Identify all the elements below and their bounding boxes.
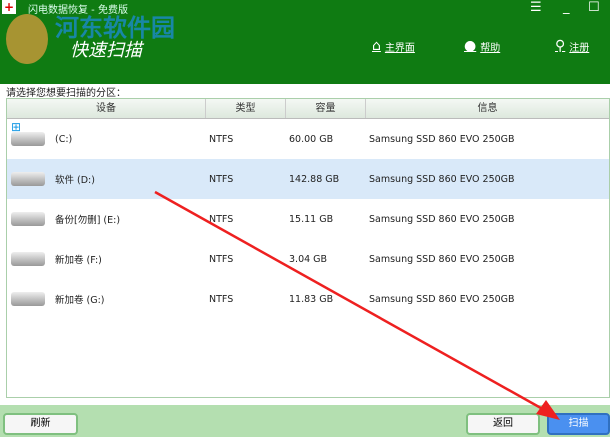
type-cell: NTFS xyxy=(209,133,234,145)
info-cell: Samsung SSD 860 EVO 250GB xyxy=(369,253,515,265)
type-cell: NTFS xyxy=(209,293,234,305)
device-cell: 软件 (D:) xyxy=(7,172,206,186)
table-row[interactable]: 新加卷 (F:) NTFS 3.04 GB Samsung SSD 860 EV… xyxy=(7,239,609,279)
capacity-cell: 142.88 GB xyxy=(289,173,340,185)
menu-icon[interactable]: ☰ xyxy=(530,0,542,15)
device-cell: 新加卷 (F:) xyxy=(7,252,206,266)
info-cell: Samsung SSD 860 EVO 250GB xyxy=(369,133,515,145)
table-row[interactable]: 软件 (D:) NTFS 142.88 GB Samsung SSD 860 E… xyxy=(7,159,609,199)
device-name: 新加卷 (G:) xyxy=(55,295,105,306)
col-device[interactable]: 设备 xyxy=(7,99,206,118)
col-capacity[interactable]: 容量 xyxy=(286,99,366,118)
table-header: 设备 类型 容量 信息 xyxy=(7,99,609,119)
device-name: 软件 (D:) xyxy=(55,175,95,186)
minimize-button[interactable]: _ xyxy=(563,0,570,15)
drive-icon xyxy=(11,252,45,266)
type-cell: NTFS xyxy=(209,173,234,185)
back-button[interactable]: 返回 xyxy=(466,413,540,435)
home-icon: ⌂ xyxy=(372,38,381,54)
table-row[interactable]: 备份[勿删] (E:) NTFS 15.11 GB Samsung SSD 86… xyxy=(7,199,609,239)
device-cell: 新加卷 (G:) xyxy=(7,292,206,306)
info-cell: Samsung SSD 860 EVO 250GB xyxy=(369,213,515,225)
page-title: 快速扫描 xyxy=(70,40,142,61)
refresh-button[interactable]: 刷新 xyxy=(3,413,78,435)
drive-icon xyxy=(11,212,45,226)
nav-register[interactable]: ⚲ 注册 xyxy=(555,38,589,54)
info-cell: Samsung SSD 860 EVO 250GB xyxy=(369,293,515,305)
col-info[interactable]: 信息 xyxy=(366,99,609,118)
prompt-label: 请选择您想要扫描的分区： xyxy=(6,88,126,99)
capacity-cell: 3.04 GB xyxy=(289,253,328,265)
capacity-cell: 15.11 GB xyxy=(289,213,334,225)
maximize-button[interactable]: ☐ xyxy=(588,0,600,15)
nav-home[interactable]: ⌂ 主界面 xyxy=(372,38,415,54)
help-user-icon: ● xyxy=(464,38,477,54)
nav-label: 注册 xyxy=(569,42,590,54)
device-cell: ⊞ (C:) xyxy=(7,120,206,146)
table-row[interactable]: 新加卷 (G:) NTFS 11.83 GB Samsung SSD 860 E… xyxy=(7,279,609,319)
drive-icon xyxy=(11,292,45,306)
col-type[interactable]: 类型 xyxy=(206,99,286,118)
device-name: (C:) xyxy=(55,133,73,145)
drive-icon xyxy=(11,172,45,186)
partition-table: 设备 类型 容量 信息 ⊞ (C:) NTFS 60.00 GB Samsung… xyxy=(6,98,610,398)
nav-help[interactable]: ● 帮助 xyxy=(464,38,500,54)
nav-label: 主界面 xyxy=(384,42,415,54)
type-cell: NTFS xyxy=(209,253,234,265)
info-cell: Samsung SSD 860 EVO 250GB xyxy=(369,173,515,185)
nav-label: 帮助 xyxy=(480,42,501,54)
drive-icon xyxy=(11,132,45,146)
device-cell: 备份[勿删] (E:) xyxy=(7,212,206,226)
device-name: 备份[勿删] (E:) xyxy=(55,215,121,226)
table-row[interactable]: ⊞ (C:) NTFS 60.00 GB Samsung SSD 860 EVO… xyxy=(7,119,609,159)
capacity-cell: 60.00 GB xyxy=(289,133,334,145)
type-cell: NTFS xyxy=(209,213,234,225)
app-logo xyxy=(6,14,48,64)
device-name: 新加卷 (F:) xyxy=(55,255,102,266)
key-icon: ⚲ xyxy=(555,38,566,54)
bottom-bar: 刷新 返回 扫描 xyxy=(0,405,610,437)
capacity-cell: 11.83 GB xyxy=(289,293,334,305)
header: + 闪电数据恢复 - 免费版 ☰ _ ☐ 河东软件园 快速扫描 ⌂ 主界面 ● 帮助… xyxy=(0,0,610,84)
scan-button[interactable]: 扫描 xyxy=(547,413,610,435)
app-icon: + xyxy=(2,0,16,14)
